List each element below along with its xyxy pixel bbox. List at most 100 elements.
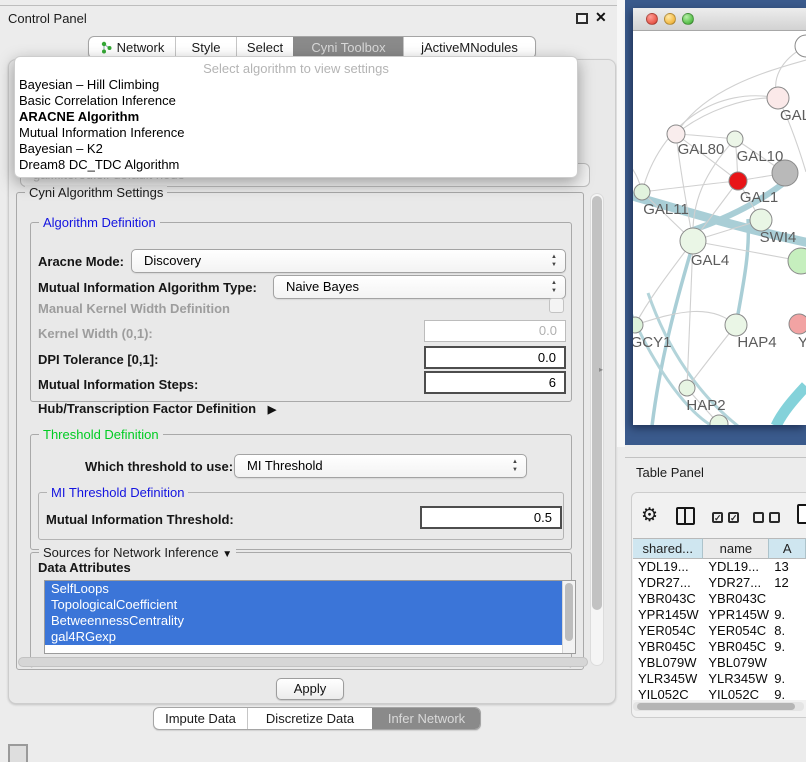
network-node-gal1[interactable]: [729, 172, 747, 190]
network-node-swi4[interactable]: [750, 209, 772, 231]
column-header-a[interactable]: A: [769, 538, 806, 559]
sources-title: Sources for Network Inference: [43, 545, 219, 560]
table-cell: YBR043C: [703, 591, 769, 607]
algorithm-option-mutual-information-inference[interactable]: Mutual Information Inference: [15, 125, 577, 141]
sources-title-wrap: Sources for Network Inference ▼: [39, 545, 236, 560]
zoom-window-icon[interactable]: [682, 13, 694, 25]
network-node-gal10[interactable]: [727, 131, 743, 147]
table-cell: YBR045C: [633, 639, 703, 655]
algorithm-dropdown-popup: Select algorithm to view settings Bayesi…: [14, 56, 578, 178]
attributes-scroll-thumb[interactable]: [565, 583, 573, 641]
tab-jactivemnodules[interactable]: jActiveMNodules: [403, 37, 535, 58]
column-header-name[interactable]: name: [703, 538, 769, 559]
tab-impute-data[interactable]: Impute Data: [154, 708, 247, 729]
aracne-mode-value: Discovery: [144, 250, 201, 272]
algorithm-option-aracne-algorithm[interactable]: ARACNE Algorithm: [15, 109, 577, 125]
aracne-mode-combo[interactable]: Discovery ▲▼: [131, 249, 566, 273]
collapsed-arrow-icon: ▶: [268, 404, 276, 416]
table-cell: YER054C: [633, 623, 703, 639]
network-node-gal[interactable]: [767, 87, 789, 109]
unchecked-box-icon[interactable]: [769, 512, 780, 523]
table-row[interactable]: YER054CYER054C8.: [633, 623, 806, 639]
close-panel-icon[interactable]: ✕: [595, 9, 607, 26]
float-panel-icon[interactable]: [576, 13, 588, 24]
apply-button[interactable]: Apply: [276, 678, 344, 700]
node-label: Y: [798, 334, 806, 351]
table-row[interactable]: YDR27...YDR27...12: [633, 575, 806, 591]
expanded-arrow-icon[interactable]: ▼: [222, 549, 232, 560]
network-node[interactable]: [795, 35, 806, 57]
column-layout-icon[interactable]: [676, 507, 695, 525]
table-cell: YIL052C: [703, 687, 769, 700]
data-attribute-item[interactable]: BetweennessCentrality: [45, 613, 562, 629]
tab-infer-network[interactable]: Infer Network: [372, 708, 480, 729]
table-row[interactable]: YBR045CYBR045C9.: [633, 639, 806, 655]
dropdown-placeholder: Select algorithm to view settings: [15, 60, 577, 77]
table-panel-title: Table Panel: [636, 465, 704, 480]
table-row[interactable]: YBR043CYBR043C: [633, 591, 806, 607]
checked-box-icon[interactable]: ✓: [728, 512, 739, 523]
node-label: GAL11: [643, 201, 689, 218]
table-scroll-thumb[interactable]: [637, 703, 795, 710]
gear-icon[interactable]: ⚙: [641, 504, 658, 527]
column-header-shared[interactable]: shared...: [633, 538, 703, 559]
table-row[interactable]: YIL052CYIL052C9.: [633, 687, 806, 700]
network-node-y[interactable]: [789, 314, 806, 334]
table-row[interactable]: YPR145WYPR145W9.: [633, 607, 806, 623]
table-cell: 9.: [769, 671, 806, 687]
network-node-gcy1[interactable]: [633, 317, 643, 333]
mi-steps-label: Mutual Information Steps:: [38, 377, 198, 392]
algorithm-option-dream8-dc-tdc-algorithm[interactable]: Dream8 DC_TDC Algorithm: [15, 157, 577, 173]
dpi-tolerance-field[interactable]: 0.0: [424, 346, 566, 369]
data-attribute-item[interactable]: TopologicalCoefficient: [45, 597, 562, 613]
settings-horizontal-scrollbar[interactable]: [18, 657, 588, 667]
table-horizontal-scrollbar[interactable]: [633, 702, 804, 711]
spinner-arrows-icon: ▲▼: [550, 253, 558, 269]
algorithm-option-basic-correlation-inference[interactable]: Basic Correlation Inference: [15, 93, 577, 109]
pane-divider-handle[interactable]: ▸: [599, 365, 603, 374]
settings-scroll-thumb[interactable]: [592, 196, 602, 610]
mi-threshold-field[interactable]: 0.5: [420, 506, 562, 529]
minimize-window-icon[interactable]: [664, 13, 676, 25]
table-row[interactable]: YLR345WYLR345W9.: [633, 671, 806, 687]
hub-definition-section[interactable]: Hub/Transcription Factor Definition ▶: [38, 401, 276, 416]
table-cell: YIL052C: [633, 687, 703, 700]
network-canvas[interactable]: GALGAL80GAL10GAL1GAL11SWI4GAL4GCY1HAP4YH…: [633, 32, 806, 425]
manual-kernel-checkbox[interactable]: [549, 298, 564, 313]
minimized-panel-icon[interactable]: [8, 744, 28, 762]
checked-box-icon[interactable]: ✓: [712, 512, 723, 523]
algorithm-option-bayesian-hill-climbing[interactable]: Bayesian – Hill Climbing: [15, 77, 577, 93]
table-cell: YBR045C: [703, 639, 769, 655]
tab-discretize-data[interactable]: Discretize Data: [247, 708, 372, 729]
tab-network[interactable]: Network: [89, 37, 175, 58]
data-attributes-list[interactable]: SelfLoopsTopologicalCoefficientBetweenne…: [44, 580, 576, 654]
table-row[interactable]: YDL19...YDL19...13: [633, 559, 806, 575]
network-node-hap2[interactable]: [679, 380, 695, 396]
mi-steps-field[interactable]: 6: [424, 371, 566, 394]
mi-algorithm-type-combo[interactable]: Naive Bayes ▲▼: [273, 275, 566, 299]
data-attribute-item[interactable]: gal4RGexp: [45, 629, 562, 645]
close-window-icon[interactable]: [646, 13, 658, 25]
network-window-titlebar[interactable]: [633, 8, 806, 31]
document-icon[interactable]: [797, 504, 806, 524]
hub-definition-label: Hub/Transcription Factor Definition: [38, 401, 256, 416]
network-node-gal11[interactable]: [634, 184, 650, 200]
kernel-width-field[interactable]: 0.0: [424, 320, 566, 342]
node-label: SWI4: [760, 229, 797, 246]
attributes-scrollbar[interactable]: [562, 581, 575, 653]
unchecked-box-icon[interactable]: [753, 512, 764, 523]
table-row[interactable]: YBL079WYBL079W: [633, 655, 806, 671]
which-threshold-label: Which threshold to use:: [85, 459, 233, 474]
cyni-bottom-tabs: Impute DataDiscretize DataInfer Network: [153, 707, 481, 730]
data-attribute-item[interactable]: SelfLoops: [45, 581, 562, 597]
spinner-arrows-icon: ▲▼: [550, 279, 558, 295]
tab-select[interactable]: Select: [236, 37, 293, 58]
network-node[interactable]: [788, 248, 806, 274]
network-node-hap4[interactable]: [725, 314, 747, 336]
which-threshold-combo[interactable]: MI Threshold ▲▼: [234, 454, 527, 478]
algorithm-option-bayesian-k2[interactable]: Bayesian – K2: [15, 141, 577, 157]
tab-style[interactable]: Style: [175, 37, 236, 58]
table-cell: YER054C: [703, 623, 769, 639]
tab-cyni-toolbox[interactable]: Cyni Toolbox: [293, 37, 403, 58]
network-node-gal4[interactable]: [680, 228, 706, 254]
